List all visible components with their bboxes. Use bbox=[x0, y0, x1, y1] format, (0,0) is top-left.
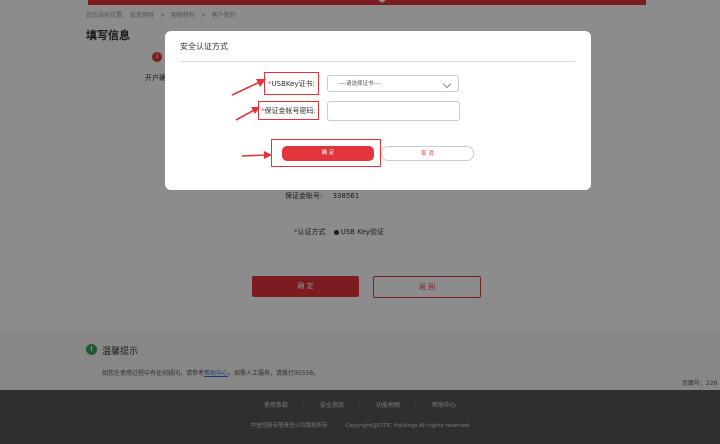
usbkey-certificate-select[interactable]: ----请选择证书---- bbox=[327, 75, 459, 92]
chevron-down-icon bbox=[442, 79, 452, 89]
usbkey-label: *USBKey证书: bbox=[268, 79, 315, 89]
arrow-usbkey-icon bbox=[231, 79, 266, 96]
usbkey-select-value: ----请选择证书---- bbox=[338, 81, 382, 87]
arrow-head bbox=[264, 151, 272, 159]
arrow-shaft bbox=[241, 154, 267, 157]
password-label: *保证金帐号密码: bbox=[261, 106, 316, 116]
dialog-title: 安全认证方式 bbox=[180, 42, 228, 51]
arrow-shaft bbox=[231, 80, 263, 96]
dialog-divider bbox=[180, 61, 575, 62]
dialog-ok-button[interactable]: 确 定 bbox=[282, 146, 374, 161]
password-label-text: 保证金帐号密码: bbox=[264, 107, 316, 115]
security-auth-dialog: 安全认证方式 *USBKey证书: ----请选择证书---- *保证金帐号密码… bbox=[165, 31, 591, 190]
dialog-cancel-button[interactable]: 取 消 bbox=[381, 146, 474, 161]
usbkey-label-text: USBKey证书: bbox=[271, 80, 315, 88]
arrow-password-icon bbox=[235, 107, 260, 121]
account-password-input[interactable] bbox=[327, 101, 460, 121]
arrow-ok-icon bbox=[241, 151, 272, 159]
arrow-shaft bbox=[235, 108, 257, 121]
